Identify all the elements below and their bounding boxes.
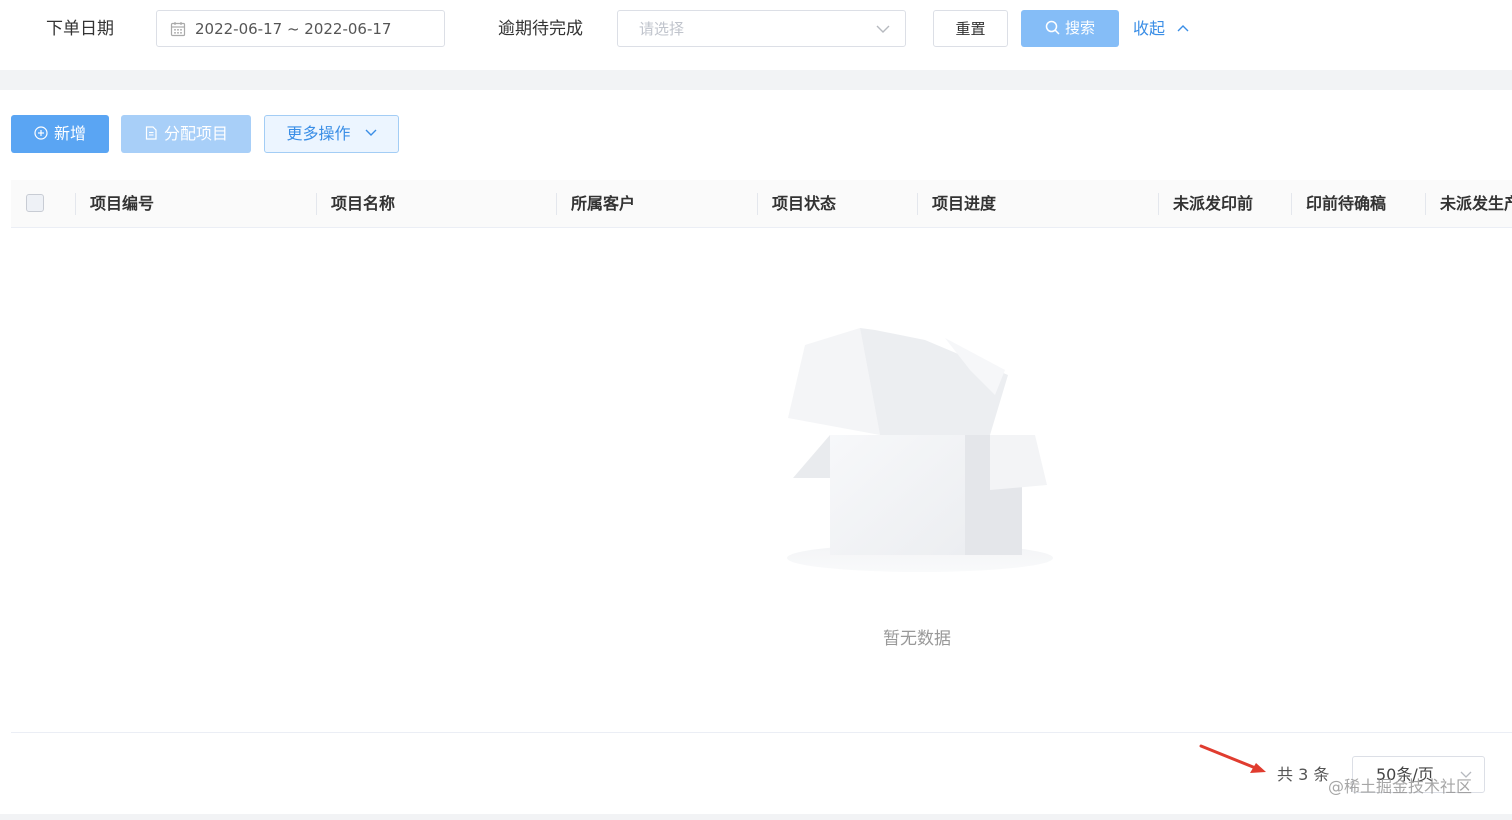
document-icon xyxy=(145,126,157,140)
more-actions-dropdown[interactable]: 更多操作 xyxy=(264,115,399,153)
overdue-select[interactable]: 请选择 xyxy=(617,10,906,47)
section-divider xyxy=(0,70,1512,90)
column-header-prepress-unassigned[interactable]: 未派发印前 xyxy=(1173,193,1253,215)
date-range-picker[interactable]: 2022-06-17 ~ 2022-06-17 xyxy=(156,10,445,47)
table-header: 项目编号 项目名称 所属客户 项目状态 项目进度 未派发印前 印前待确稿 未派发… xyxy=(11,180,1512,228)
watermark: @稀土掘金技术社区 xyxy=(1328,777,1473,796)
reset-button-label: 重置 xyxy=(955,20,986,38)
collapse-label: 收起 xyxy=(1133,19,1166,38)
column-header-customer[interactable]: 所属客户 xyxy=(571,193,635,215)
search-button-label: 搜索 xyxy=(1064,19,1095,37)
reset-button[interactable]: 重置 xyxy=(933,10,1008,47)
annotation-arrow-icon xyxy=(1199,744,1266,773)
column-header-project-name[interactable]: 项目名称 xyxy=(331,193,395,215)
chevron-up-icon xyxy=(1177,25,1189,32)
date-range-value: 2022-06-17 ~ 2022-06-17 xyxy=(195,20,392,38)
assign-project-button[interactable]: 分配项目 xyxy=(121,115,251,153)
search-icon xyxy=(1045,20,1060,35)
column-divider xyxy=(1158,193,1159,215)
collapse-toggle[interactable]: 收起 xyxy=(1133,18,1189,40)
overdue-select-placeholder: 请选择 xyxy=(639,20,685,38)
column-divider xyxy=(917,193,918,215)
calendar-icon xyxy=(170,22,186,37)
plus-circle-icon xyxy=(34,126,48,140)
column-header-status[interactable]: 项目状态 xyxy=(772,193,836,215)
column-divider xyxy=(75,193,76,215)
order-date-label: 下单日期 xyxy=(46,19,114,39)
column-divider xyxy=(316,193,317,215)
column-header-project-no[interactable]: 项目编号 xyxy=(90,193,154,215)
add-button[interactable]: 新增 xyxy=(11,115,109,153)
page-bottom-band xyxy=(0,814,1512,820)
column-header-production-unassigned[interactable]: 未派发生产 xyxy=(1440,193,1512,215)
filter-bar: 下单日期 2022-06-17 ~ 2022-06-17 逾期待完成 请选择 重… xyxy=(0,0,1512,62)
more-actions-label: 更多操作 xyxy=(286,124,351,143)
column-divider xyxy=(757,193,758,215)
column-header-progress[interactable]: 项目进度 xyxy=(932,193,996,215)
search-button[interactable]: 搜索 xyxy=(1021,10,1119,47)
chevron-down-icon xyxy=(365,129,376,136)
column-divider xyxy=(1291,193,1292,215)
select-all-checkbox[interactable] xyxy=(26,194,44,212)
column-divider xyxy=(1425,193,1426,215)
empty-box-illustration xyxy=(787,328,1053,572)
table-bottom-border xyxy=(11,732,1512,733)
add-button-label: 新增 xyxy=(53,124,86,143)
column-header-prepress-pending[interactable]: 印前待确稿 xyxy=(1306,193,1386,215)
overdue-label: 逾期待完成 xyxy=(498,19,583,39)
chevron-down-icon xyxy=(876,25,890,33)
empty-state-text: 暂无数据 xyxy=(883,629,951,649)
total-count: 共 3 条 xyxy=(1277,765,1330,784)
column-divider xyxy=(556,193,557,215)
assign-project-label: 分配项目 xyxy=(163,124,228,143)
